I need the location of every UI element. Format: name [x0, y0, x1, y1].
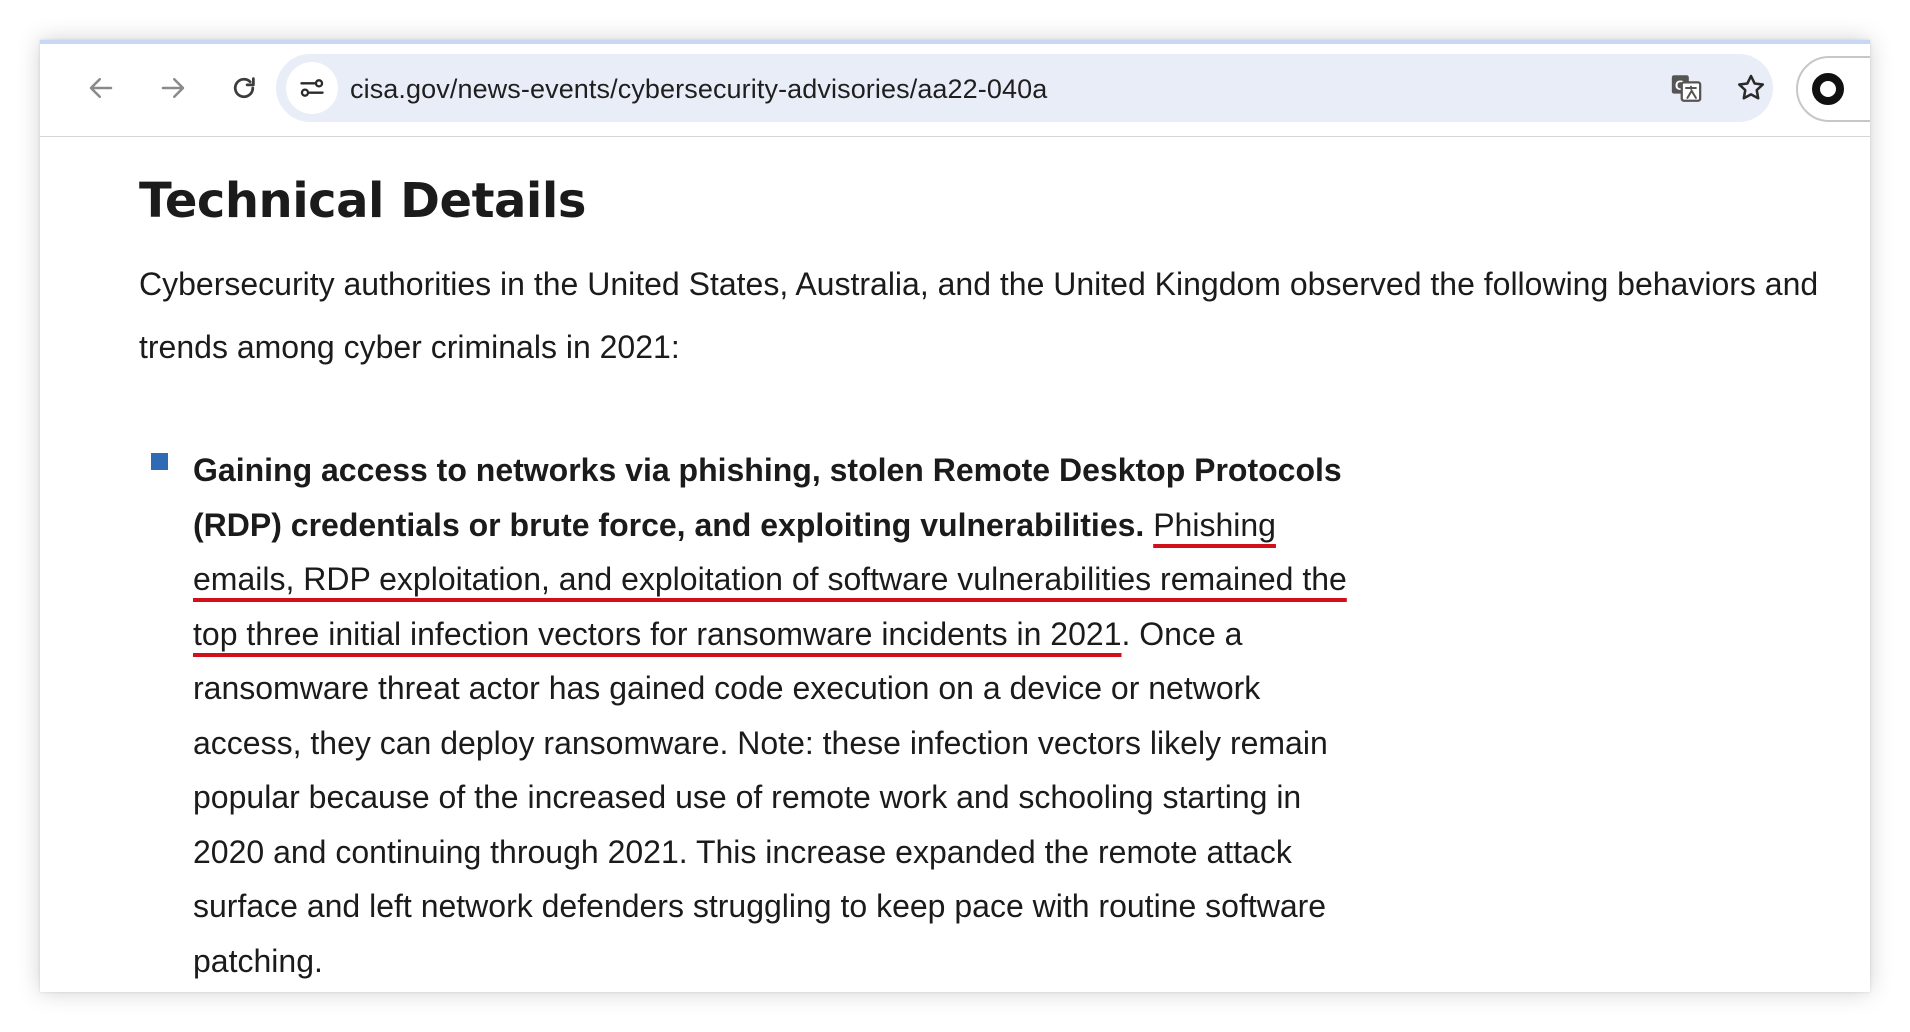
forward-arrow-icon[interactable] [151, 66, 195, 110]
url-text[interactable]: cisa.gov/news-events/cybersecurity-advis… [350, 74, 1047, 105]
intro-paragraph: Cybersecurity authorities in the United … [139, 266, 1819, 365]
translate-icon[interactable]: G [1666, 68, 1706, 108]
browser-window: cisa.gov/news-events/cybersecurity-advis… [40, 40, 1870, 992]
page-content: Technical Details Cybersecurity authorit… [40, 137, 1870, 992]
profile-button[interactable] [1796, 56, 1870, 122]
bullet-text: Gaining access to networks via phishing,… [193, 443, 1373, 988]
browser-toolbar: cisa.gov/news-events/cybersecurity-advis… [40, 44, 1870, 137]
profile-icon [1812, 73, 1844, 105]
reload-icon[interactable] [222, 66, 266, 110]
back-arrow-icon[interactable] [79, 66, 123, 110]
bullet-square-icon [151, 453, 168, 470]
bullet-rest-text: . Once a ransomware threat actor has gai… [193, 615, 1328, 979]
site-settings-icon[interactable] [286, 62, 338, 114]
address-bar[interactable]: cisa.gov/news-events/cybersecurity-advis… [276, 54, 1773, 122]
star-icon[interactable] [1731, 68, 1771, 108]
section-title: Technical Details [139, 173, 586, 229]
